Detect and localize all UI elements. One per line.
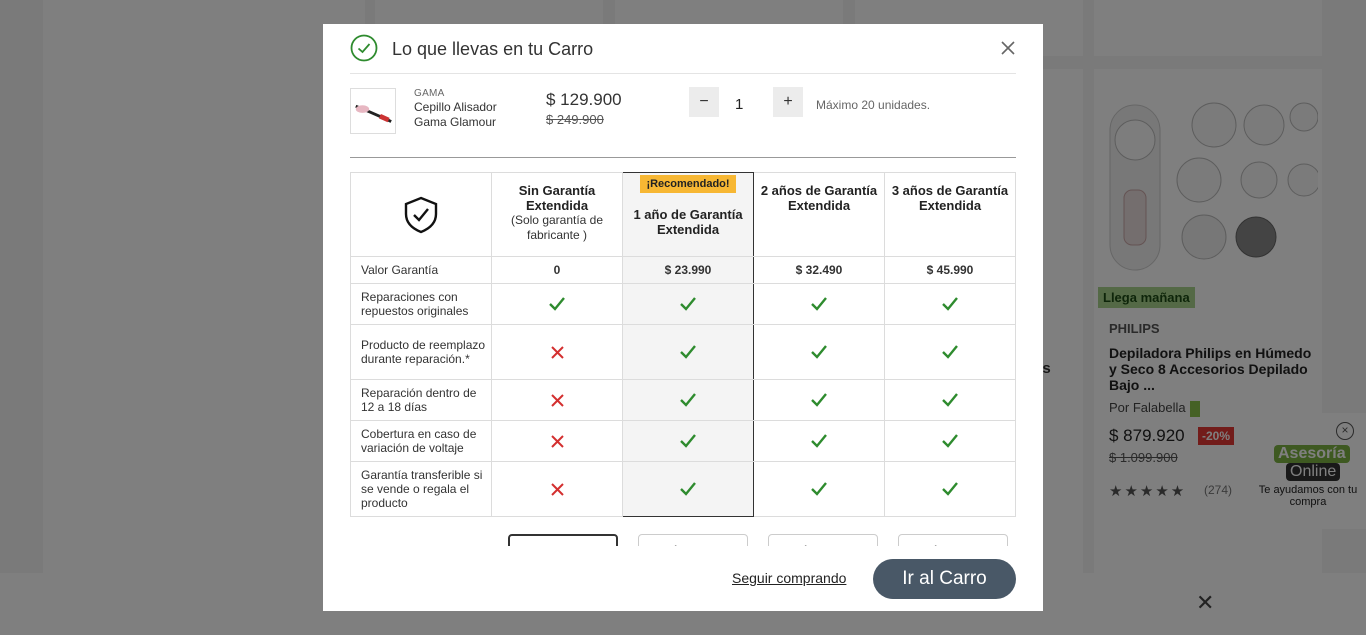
feature-label: Garantía transferible si se vende o rega…: [350, 461, 492, 517]
check-icon: [680, 482, 696, 496]
check-icon: [811, 297, 827, 311]
shield-cell: [350, 172, 492, 257]
feature-mark: [622, 420, 754, 462]
feature-mark: [491, 461, 623, 517]
shield-check-icon: [404, 196, 438, 233]
check-icon: [942, 393, 958, 407]
go-to-cart-button[interactable]: Ir al Carro: [873, 559, 1016, 599]
row-label: Valor Garantía: [350, 256, 492, 284]
warranty-option-subtitle: (Solo garantía de fabricante ): [510, 213, 604, 242]
check-icon: [811, 482, 827, 496]
product-brand: GAMA: [414, 88, 445, 99]
check-icon: [680, 434, 696, 448]
divider: [350, 73, 1016, 74]
feature-mark: [622, 461, 754, 517]
feature-row: Cobertura en caso de variación de voltaj…: [350, 420, 1016, 462]
feature-mark: [753, 461, 885, 517]
close-icon[interactable]: [998, 38, 1018, 58]
check-icon: [680, 393, 696, 407]
check-icon: [942, 297, 958, 311]
feature-mark: [753, 379, 885, 421]
warranty-option-3-years[interactable]: 3 años de Garantía Extendida: [884, 172, 1016, 257]
feature-mark: [753, 324, 885, 380]
warranty-option-2-years[interactable]: 2 años de Garantía Extendida: [753, 172, 885, 257]
check-icon: [680, 345, 696, 359]
feature-mark: [884, 461, 1016, 517]
feature-label: Cobertura en caso de variación de voltaj…: [350, 420, 492, 462]
recommended-badge: ¡Recomendado!: [640, 175, 736, 193]
feature-label: Producto de reemplazo durante reparación…: [350, 324, 492, 380]
cross-icon: [550, 393, 564, 407]
warranty-value: $ 32.490: [753, 256, 885, 284]
check-icon: [942, 482, 958, 496]
feature-mark: [622, 283, 754, 325]
feature-mark: [491, 420, 623, 462]
product-name: Cepillo Alisador Gama Glamour: [414, 100, 497, 129]
cross-icon: [550, 434, 564, 448]
product-thumbnail: [350, 88, 396, 134]
check-icon: [811, 393, 827, 407]
feature-row: Reparaciones con repuestos originales: [350, 283, 1016, 325]
warranty-header-row: Sin Garantía Extendida (Solo garantía de…: [350, 172, 1016, 257]
check-icon: [942, 345, 958, 359]
feature-mark: [622, 379, 754, 421]
check-icon: [549, 297, 565, 311]
feature-row: Garantía transferible si se vende o rega…: [350, 461, 1016, 517]
warranty-option-title: 2 años de Garantía Extendida: [760, 183, 878, 213]
warranty-value: 0: [491, 256, 623, 284]
warranty-value: $ 23.990: [622, 256, 754, 284]
feature-mark: [491, 283, 623, 325]
continue-shopping-link[interactable]: Seguir comprando: [732, 570, 846, 586]
feature-label: Reparaciones con repuestos originales: [350, 283, 492, 325]
warranty-option-1-year[interactable]: ¡Recomendado! 1 año de Garantía Extendid…: [622, 172, 754, 257]
added-to-cart-modal: Lo que llevas en tu Carro GAMA Cepillo A…: [323, 24, 1043, 611]
quantity-value: 1: [735, 96, 744, 113]
divider: [350, 157, 1016, 158]
warranty-comparison-table: Sin Garantía Extendida (Solo garantía de…: [350, 172, 1016, 517]
product-price: $ 129.900: [546, 90, 622, 109]
feature-mark: [884, 283, 1016, 325]
feature-mark: [622, 324, 754, 380]
cross-icon: [550, 345, 564, 359]
feature-mark: [753, 420, 885, 462]
warranty-value-row: Valor Garantía 0 $ 23.990 $ 32.490 $ 45.…: [350, 256, 1016, 284]
modal-title: Lo que llevas en tu Carro: [392, 39, 594, 59]
feature-label: Reparación dentro de 12 a 18 días: [350, 379, 492, 421]
warranty-option-title: 3 años de Garantía Extendida: [891, 183, 1009, 213]
check-icon: [811, 345, 827, 359]
feature-mark: [491, 379, 623, 421]
feature-mark: [884, 379, 1016, 421]
feature-row: Reparación dentro de 12 a 18 días: [350, 379, 1016, 421]
check-icon: [811, 434, 827, 448]
warranty-value: $ 45.990: [884, 256, 1016, 284]
quantity-max-note: Máximo 20 unidades.: [816, 98, 931, 112]
warranty-option-title: 1 año de Garantía Extendida: [633, 207, 743, 237]
feature-mark: [884, 324, 1016, 380]
feature-mark: [884, 420, 1016, 462]
feature-row: Producto de reemplazo durante reparación…: [350, 324, 1016, 380]
quantity-decrease-button[interactable]: −: [689, 87, 719, 117]
product-old-price: $ 249.900: [546, 112, 604, 127]
check-icon: [942, 434, 958, 448]
feature-mark: [491, 324, 623, 380]
feature-mark: [753, 283, 885, 325]
warranty-option-none[interactable]: Sin Garantía Extendida (Solo garantía de…: [491, 172, 623, 257]
cross-icon: [550, 482, 564, 496]
check-icon: [680, 297, 696, 311]
warranty-option-title: Sin Garantía Extendida: [518, 183, 596, 213]
quantity-increase-button[interactable]: +: [773, 87, 803, 117]
success-check-icon: [350, 34, 378, 62]
